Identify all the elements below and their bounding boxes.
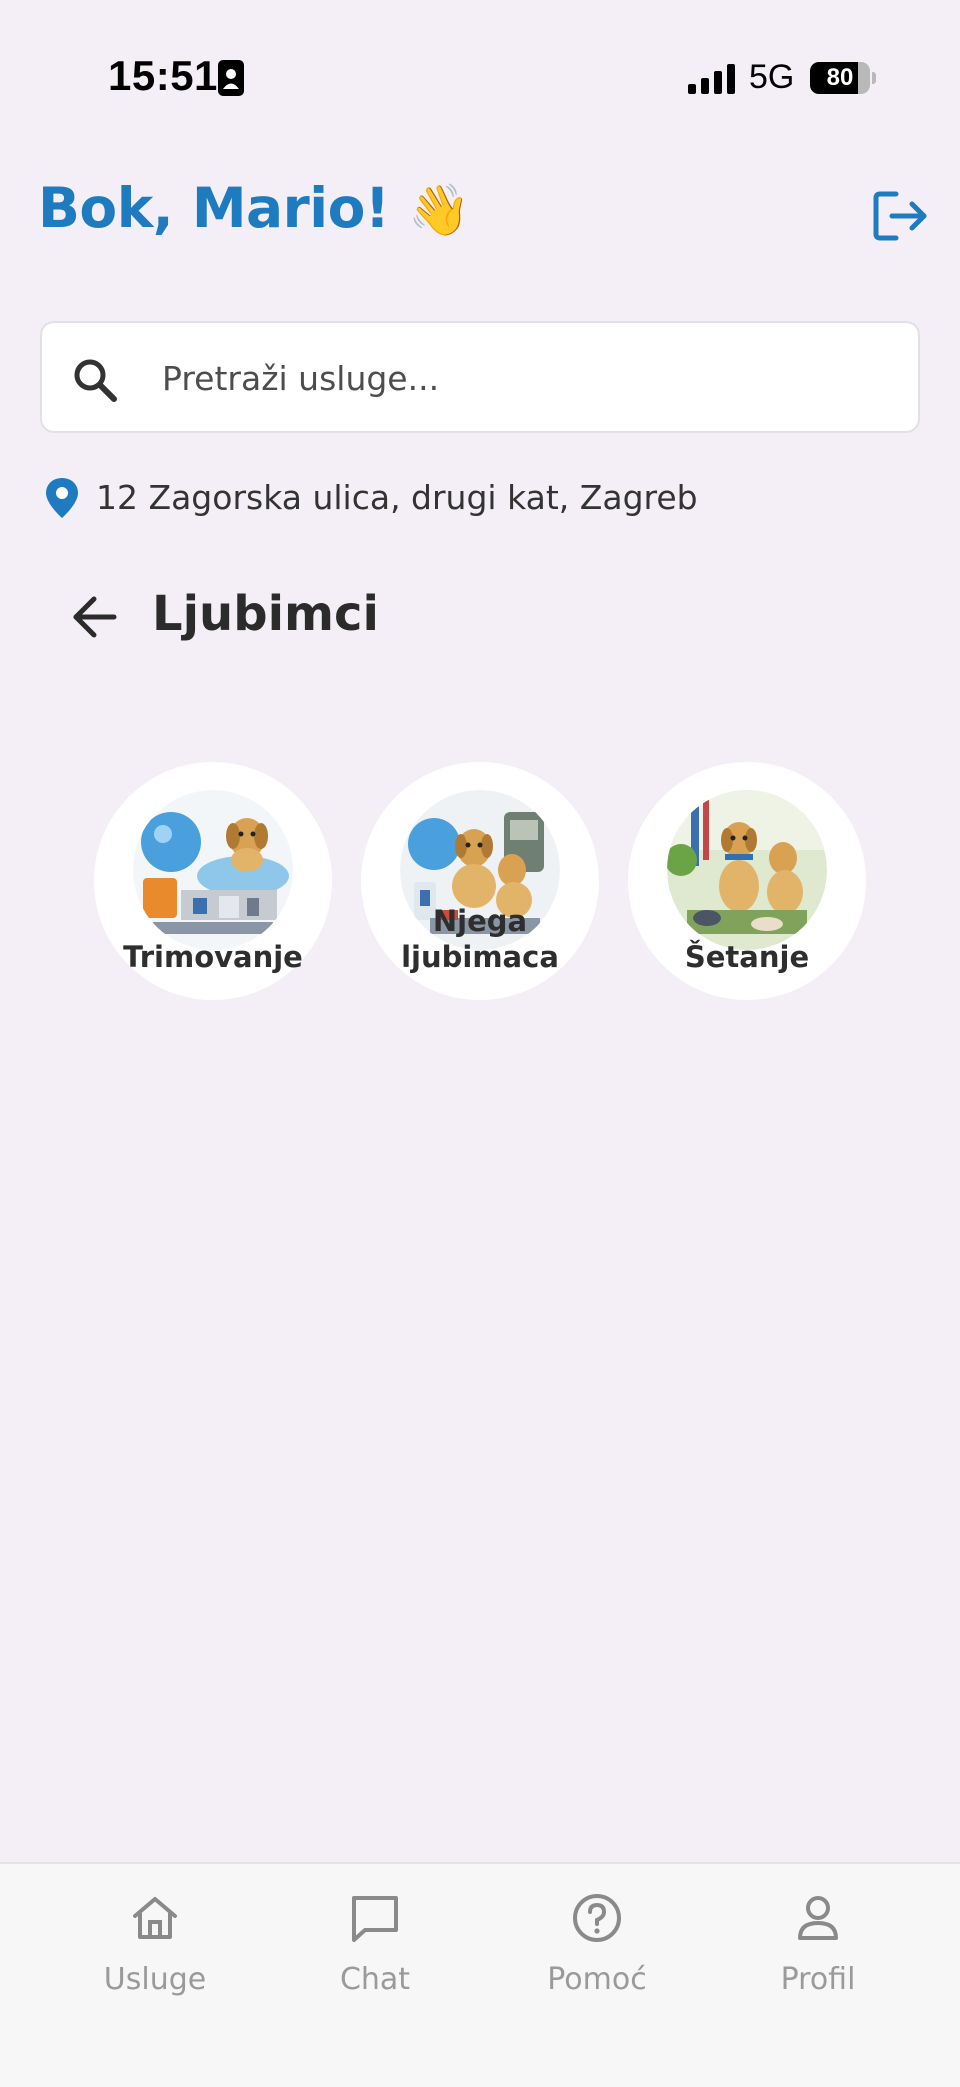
logout-icon[interactable] [872, 188, 930, 244]
search-bar[interactable] [40, 321, 920, 433]
category-card-setanje[interactable]: Šetanje [628, 762, 866, 1000]
back-arrow-icon[interactable] [70, 590, 120, 644]
status-bar: 15:51 5G 80 [0, 0, 960, 150]
battery-indicator: 80 [810, 62, 876, 94]
category-image-grooming [133, 790, 293, 950]
nav-label: Chat [339, 1962, 411, 1997]
category-label-line1: Njega [432, 904, 528, 938]
waving-hand-emoji: 👋 [408, 181, 470, 239]
sim-card-icon [218, 60, 244, 96]
signal-strength-icon [688, 64, 735, 94]
search-icon [74, 359, 117, 402]
nav-label: Pomoć [547, 1962, 647, 1997]
help-icon [573, 1894, 621, 1942]
battery-level: 80 [826, 64, 854, 91]
nav-label: Usluge [103, 1962, 207, 1997]
network-type: 5G [749, 58, 795, 96]
nav-item-usluge[interactable]: Usluge [55, 1892, 255, 2022]
location-pin-icon [46, 478, 78, 518]
section-title: Ljubimci [152, 586, 379, 642]
category-card-njega-ljubimaca[interactable]: Njega ljubimaca [361, 762, 599, 1000]
status-time: 15:51 [108, 52, 218, 99]
nav-item-pomoc[interactable]: Pomoć [497, 1892, 697, 2022]
category-card-trimovanje[interactable]: Trimovanje [94, 762, 332, 1000]
category-label: Trimovanje [123, 940, 303, 974]
greeting-title: Bok, Mario! 👋 [38, 176, 470, 240]
search-input[interactable] [162, 343, 882, 413]
location-address: 12 Zagorska ulica, drugi kat, Zagreb [96, 478, 698, 517]
category-label-line2: ljubimaca [401, 940, 559, 974]
profile-icon [798, 1896, 838, 1940]
home-icon [133, 1897, 177, 1939]
nav-item-profil[interactable]: Profil [718, 1892, 918, 2022]
nav-item-chat[interactable]: Chat [275, 1892, 475, 2022]
chat-icon [352, 1896, 398, 1942]
nav-label: Profil [780, 1962, 856, 1997]
greeting-text: Bok, Mario! [38, 176, 390, 240]
category-image-dog-walking [667, 790, 827, 950]
bottom-navigation: Usluge Chat Pomoć Profil [0, 1862, 960, 2087]
category-label: Šetanje [684, 940, 810, 974]
